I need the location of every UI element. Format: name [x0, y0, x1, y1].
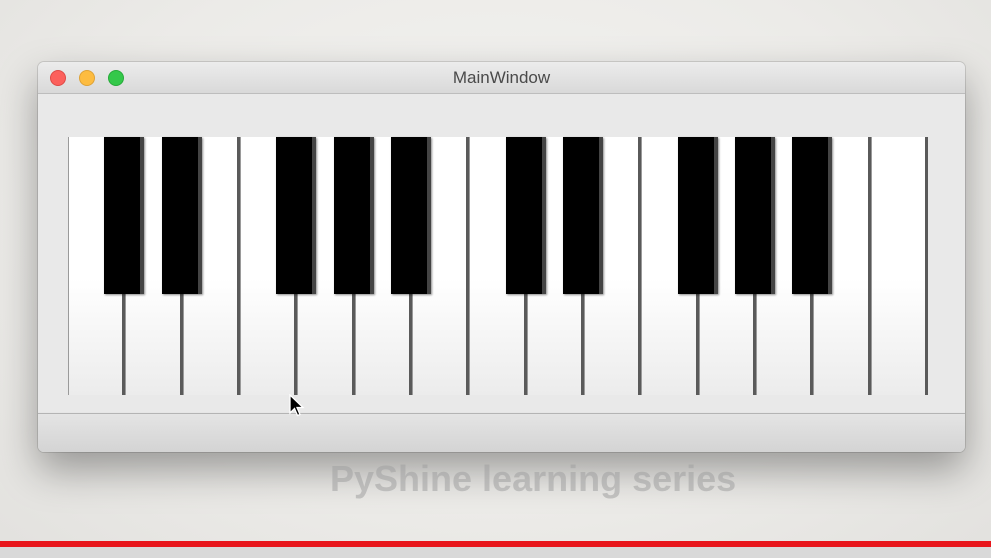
piano-black-key[interactable]: [563, 137, 603, 294]
watermark-text: PyShine learning series: [330, 458, 737, 499]
status-bar: [38, 413, 965, 452]
piano-black-key[interactable]: [276, 137, 317, 294]
piano-white-key[interactable]: [870, 137, 928, 395]
piano-black-key[interactable]: [505, 137, 546, 294]
window-title: MainWindow: [452, 68, 551, 87]
piano-black-key[interactable]: [333, 137, 374, 294]
piano-black-key[interactable]: [792, 137, 833, 294]
mouse-pointer-icon: [289, 394, 305, 417]
piano-keyboard: [68, 137, 928, 395]
piano-black-key[interactable]: [104, 137, 145, 294]
piano-black-key[interactable]: [677, 137, 718, 294]
piano-black-key[interactable]: [391, 137, 431, 294]
piano-black-key[interactable]: [161, 137, 202, 294]
window-content: [38, 94, 965, 412]
title-bar[interactable]: MainWindow: [38, 62, 965, 94]
video-controls-strip: [0, 547, 991, 558]
main-window: MainWindow: [38, 62, 965, 452]
piano-black-key[interactable]: [735, 137, 775, 294]
